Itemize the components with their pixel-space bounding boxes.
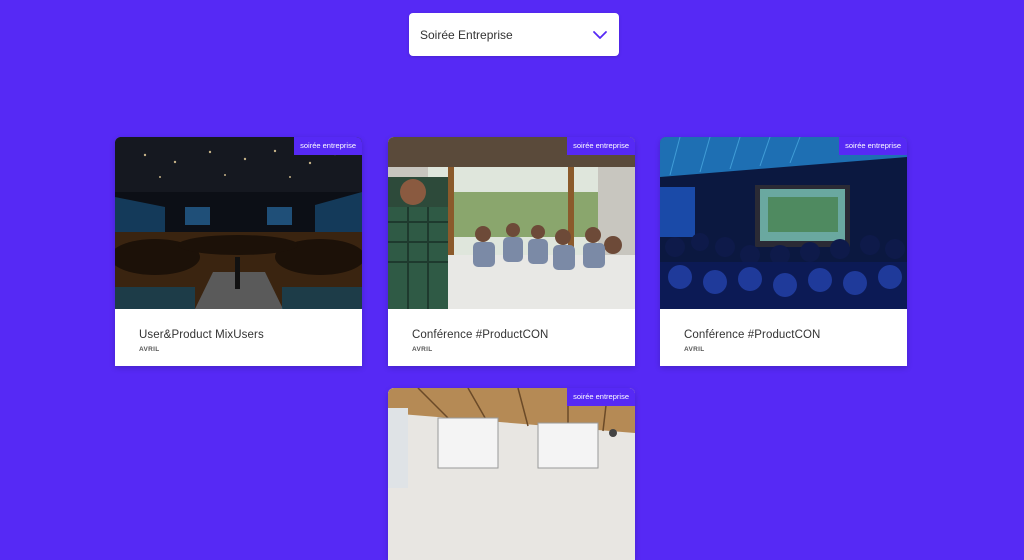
category-badge: soirée entreprise xyxy=(839,137,907,155)
event-card[interactable]: soirée entreprise Conférence #ProductCON… xyxy=(388,137,635,366)
event-photo: soirée entreprise xyxy=(660,137,907,309)
event-title: Conférence #ProductCON xyxy=(684,329,821,341)
event-type-select[interactable]: Soirée Entreprise xyxy=(409,13,619,56)
event-card[interactable]: soirée entreprise User&Product MixUsers … xyxy=(115,137,362,366)
category-badge: soirée entreprise xyxy=(294,137,362,155)
category-badge: soirée entreprise xyxy=(567,388,635,406)
event-title: Conférence #ProductCON xyxy=(412,329,549,341)
event-month: AVRIL xyxy=(139,346,160,353)
event-month: AVRIL xyxy=(412,346,433,353)
event-photo: soirée entreprise xyxy=(388,388,635,560)
event-card[interactable]: soirée entreprise xyxy=(388,388,635,560)
event-title: User&Product MixUsers xyxy=(139,329,264,341)
category-badge: soirée entreprise xyxy=(567,137,635,155)
select-value: Soirée Entreprise xyxy=(420,27,513,42)
chevron-down-icon xyxy=(593,30,607,39)
event-photo: soirée entreprise xyxy=(115,137,362,309)
event-card[interactable]: soirée entreprise Conférence #ProductCON… xyxy=(660,137,907,366)
event-month: AVRIL xyxy=(684,346,705,353)
event-photo: soirée entreprise xyxy=(388,137,635,309)
